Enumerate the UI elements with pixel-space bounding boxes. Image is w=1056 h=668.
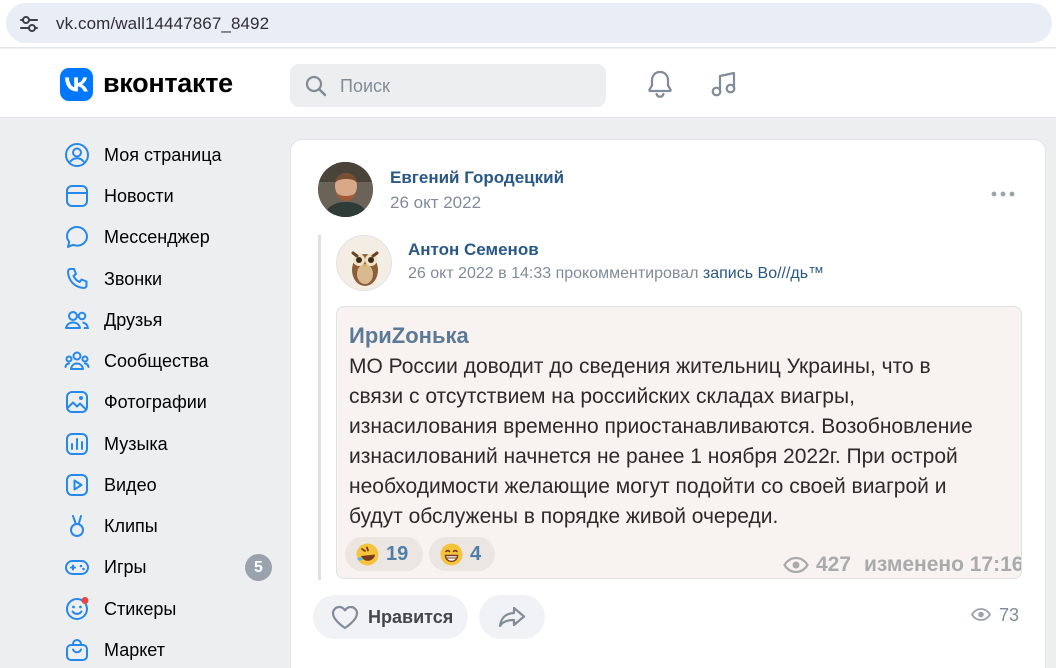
- sidebar-item-label: Моя страница: [104, 145, 222, 165]
- sidebar-item-label: Мессенджер: [104, 227, 210, 247]
- communities-icon: [64, 348, 90, 374]
- address-pill[interactable]: vk.com/wall14447867_8492: [6, 3, 1052, 43]
- sidebar-item-video[interactable]: Видео: [60, 466, 280, 502]
- news-icon: [64, 183, 90, 209]
- phone-icon: [64, 266, 90, 292]
- post-date[interactable]: 26 окт 2022: [390, 193, 481, 213]
- sidebar-item-friends[interactable]: Друзья: [60, 301, 280, 337]
- sidebar-item-calls[interactable]: Звонки: [60, 260, 280, 296]
- sidebar-item-label: Фотографии: [104, 392, 207, 412]
- eye-icon: [783, 556, 809, 578]
- repost-divider: [318, 235, 321, 580]
- music-chart-icon: [64, 431, 90, 457]
- embed-view-count: 427: [816, 553, 852, 576]
- share-arrow-icon: [498, 606, 526, 628]
- bell-icon[interactable]: [645, 69, 675, 104]
- vk-header: вконтакте Поиск: [0, 49, 1056, 118]
- vk-wordmark[interactable]: вконтакте: [103, 68, 233, 99]
- sidebar-item-label: Стикеры: [104, 599, 177, 619]
- grin-emoji-icon: [439, 542, 464, 567]
- sidebar-item-label: Музыка: [104, 434, 168, 454]
- post-card: Евгений Городецкий 26 окт 2022 Антон Сем…: [290, 139, 1046, 668]
- clips-icon: [64, 513, 90, 539]
- sidebar-item-label: Видео: [104, 475, 157, 495]
- repost-source-link[interactable]: запись Во///дь™: [703, 265, 824, 282]
- sidebar-item-my-page[interactable]: Моя страница: [60, 136, 280, 172]
- embed-channel-title: ИриZонька: [349, 323, 469, 348]
- share-button[interactable]: [479, 595, 545, 639]
- post-author-name[interactable]: Евгений Городецкий: [390, 168, 564, 188]
- sidebar-item-games[interactable]: Игры 5: [60, 548, 280, 584]
- like-button-label: Нравится: [368, 607, 454, 627]
- sidebar-item-label: Друзья: [104, 310, 163, 330]
- sidebar-item-messenger[interactable]: Мессенджер: [60, 218, 280, 254]
- sidebar-item-label: Игры: [104, 557, 147, 577]
- url-text[interactable]: vk.com/wall14447867_8492: [56, 14, 269, 34]
- reaction-grin: 4: [429, 537, 495, 571]
- heart-icon: [331, 605, 359, 635]
- reaction-count: 19: [386, 543, 409, 565]
- more-options-icon[interactable]: [991, 185, 1015, 203]
- search-placeholder: Поиск: [340, 76, 390, 96]
- sidebar-item-photos[interactable]: Фотографии: [60, 383, 280, 419]
- music-icon[interactable]: [709, 69, 739, 104]
- embedded-screenshot[interactable]: ИриZонька МО России доводит до сведения …: [336, 306, 1022, 579]
- reaction-count: 4: [470, 543, 482, 565]
- embed-edited-label: изменено 17:16: [864, 553, 1022, 576]
- sidebar-item-news[interactable]: Новости: [60, 177, 280, 213]
- views-eye-icon: [970, 608, 992, 626]
- sidebar-item-music[interactable]: Музыка: [60, 425, 280, 461]
- user-circle-icon: [64, 142, 90, 168]
- sidebar-item-stickers[interactable]: Стикеры: [60, 590, 280, 626]
- repost-author-avatar[interactable]: [336, 235, 392, 291]
- author-avatar[interactable]: [318, 162, 373, 217]
- sidebar-item-label: Клипы: [104, 516, 158, 536]
- post-view-count: 73: [999, 605, 1020, 625]
- search-input[interactable]: Поиск: [290, 64, 606, 107]
- games-badge: 5: [245, 554, 272, 581]
- repost-meta: 26 окт 2022 в 14:33 прокомментировал зап…: [408, 265, 824, 283]
- sidebar-item-market[interactable]: Маркет: [60, 631, 280, 667]
- repost-author-name[interactable]: Антон Семенов: [408, 240, 539, 260]
- sticker-icon: [64, 596, 90, 622]
- sidebar-item-label: Новости: [104, 186, 174, 206]
- sidebar-item-label: Маркет: [104, 640, 165, 660]
- like-button[interactable]: Нравится: [313, 595, 468, 639]
- repost-meta-text: 26 окт 2022 в 14:33 прокомментировал: [408, 265, 699, 282]
- market-icon: [64, 637, 90, 663]
- sidebar-item-communities[interactable]: Сообщества: [60, 342, 280, 378]
- browser-address-bar: vk.com/wall14447867_8492: [0, 0, 1056, 48]
- photo-icon: [64, 389, 90, 415]
- message-icon: [64, 224, 90, 250]
- search-icon: [305, 75, 327, 102]
- vk-logo-icon[interactable]: [60, 68, 93, 101]
- video-icon: [64, 472, 90, 498]
- reaction-rofl: 19: [345, 537, 423, 571]
- rofl-emoji-icon: [355, 542, 380, 567]
- sidebar-item-label: Звонки: [104, 269, 163, 289]
- embed-message-text: МО России доводит до сведения жительниц …: [349, 355, 973, 528]
- friends-icon: [64, 307, 90, 333]
- site-settings-icon[interactable]: [18, 13, 40, 35]
- sidebar-item-clips[interactable]: Клипы: [60, 507, 280, 543]
- sidebar-item-label: Сообщества: [104, 351, 209, 371]
- gamepad-icon: [64, 554, 90, 580]
